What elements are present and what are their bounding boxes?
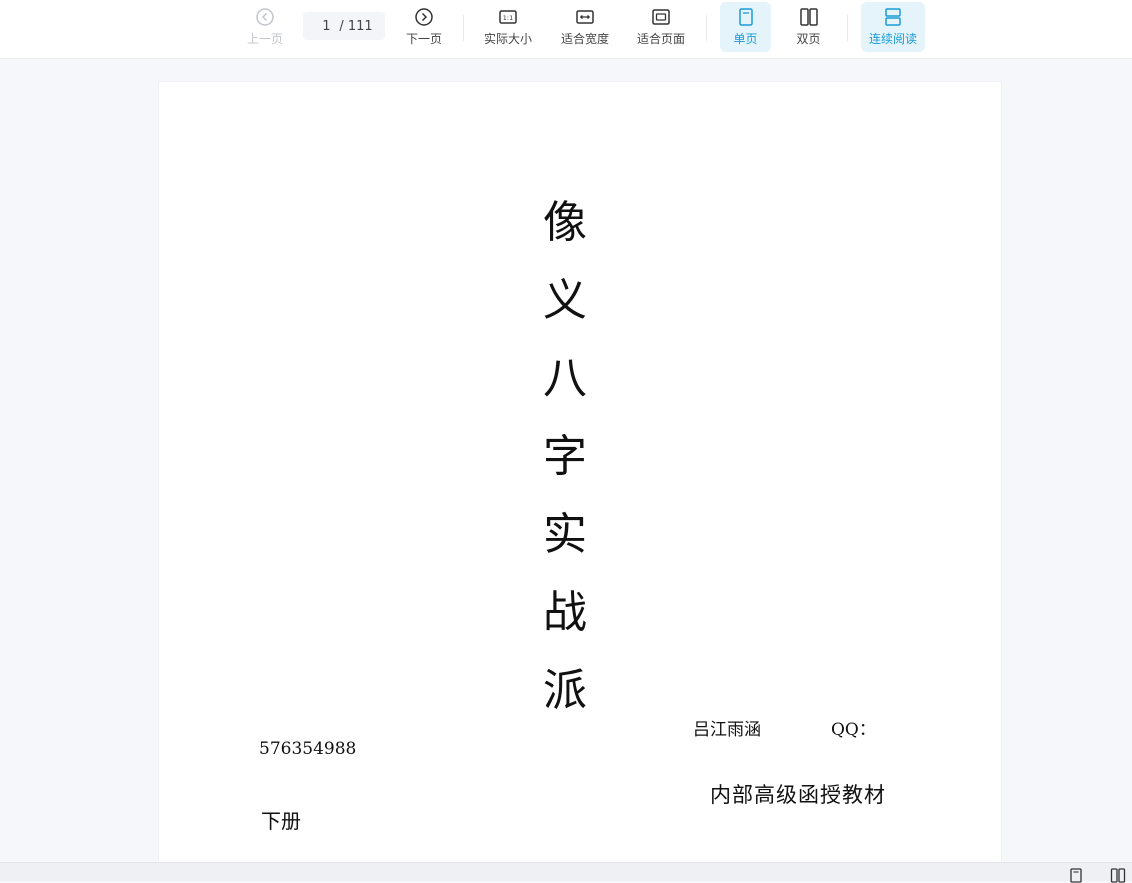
actual-size-label: 实际大小 (483, 32, 532, 46)
toolbar-divider (847, 15, 848, 41)
document-page: 像 义 八 字 实 战 派 吕江雨涵 QQ： 576354988 内部高级函授教材… (158, 81, 1002, 871)
single-page-icon[interactable] (1068, 867, 1084, 883)
author-name: 吕江雨涵 (693, 720, 761, 740)
continuous-reading-icon (885, 8, 901, 26)
fit-page-button[interactable]: 适合页面 (629, 2, 693, 52)
volume-label: 下册 (261, 809, 301, 833)
title-char: 派 (543, 665, 587, 716)
double-page-icon (799, 8, 818, 26)
viewer-toolbar: 上一页 / 111 下一页 1:1 实际大小 适合宽度 适合页面 (0, 0, 1132, 59)
qq-number: 576354988 (259, 739, 357, 759)
next-page-label: 下一页 (405, 32, 442, 46)
toolbar-divider (463, 15, 464, 41)
single-page-button[interactable]: 单页 (720, 2, 771, 52)
vertical-title: 像 义 八 字 实 战 派 (537, 184, 593, 730)
prev-page-label: 上一页 (246, 32, 283, 46)
chevron-right-circle-icon (415, 8, 433, 26)
title-char: 义 (543, 275, 587, 326)
double-page-label: 双页 (796, 32, 821, 46)
document-subtitle: 内部高级函授教材 (710, 783, 886, 807)
next-page-button[interactable]: 下一页 (392, 2, 456, 52)
double-page-button[interactable]: 双页 (783, 2, 834, 52)
svg-text:1:1: 1:1 (503, 14, 513, 22)
total-pages: / 111 (339, 18, 373, 34)
actual-size-icon: 1:1 (499, 10, 517, 24)
single-page-label: 单页 (733, 32, 758, 46)
fit-page-icon (652, 9, 670, 25)
fit-width-icon (576, 10, 594, 24)
title-char: 实 (543, 509, 587, 560)
continuous-reading-button[interactable]: 连续阅读 (861, 2, 925, 52)
author-line: 吕江雨涵 QQ： (693, 715, 876, 740)
title-char: 八 (543, 353, 587, 404)
actual-size-button[interactable]: 1:1 实际大小 (476, 2, 540, 52)
fit-width-label: 适合宽度 (560, 32, 609, 46)
fit-page-label: 适合页面 (636, 32, 685, 46)
single-page-icon (738, 8, 753, 26)
prev-page-button[interactable]: 上一页 (233, 2, 297, 52)
page-number-input[interactable] (315, 18, 338, 34)
bottom-status-bar (0, 862, 1132, 883)
fit-width-button[interactable]: 适合宽度 (553, 2, 617, 52)
chevron-left-circle-icon (256, 8, 274, 26)
qq-label: QQ： (831, 720, 876, 740)
page-indicator: / 111 (303, 12, 385, 40)
continuous-reading-label: 连续阅读 (868, 32, 917, 46)
title-char: 像 (543, 197, 587, 248)
title-char: 战 (543, 587, 587, 638)
title-char: 字 (543, 431, 587, 482)
toolbar-divider (706, 15, 707, 41)
double-page-icon[interactable] (1110, 867, 1126, 883)
